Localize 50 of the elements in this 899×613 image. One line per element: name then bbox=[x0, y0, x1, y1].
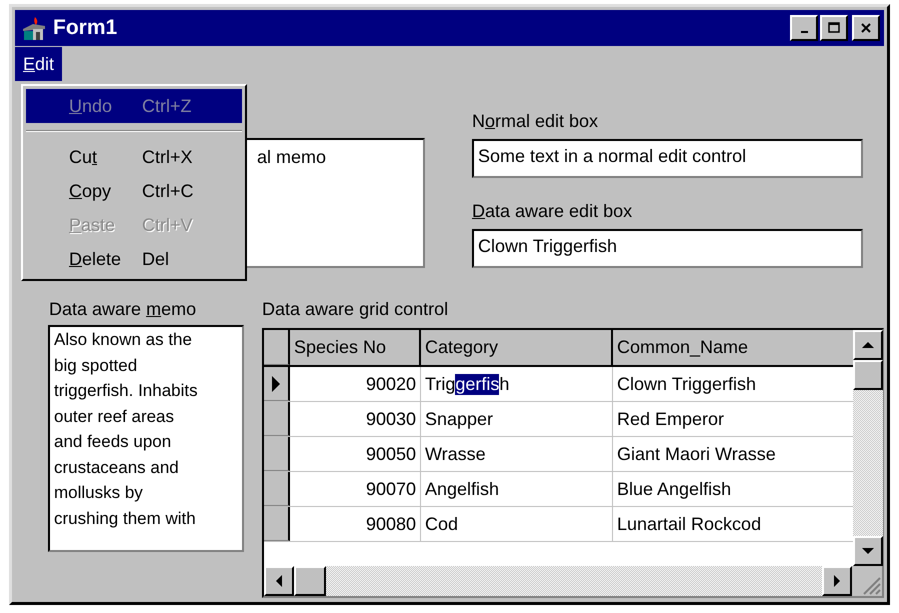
table-cell: Cod bbox=[421, 507, 613, 541]
row-indicator[interactable] bbox=[264, 472, 290, 506]
vertical-scrollbar[interactable] bbox=[853, 330, 883, 566]
minimize-button[interactable] bbox=[790, 15, 818, 41]
minimize-icon bbox=[800, 31, 808, 33]
table-cell: Triggerfish bbox=[421, 367, 613, 401]
field-label: Data aware edit box bbox=[472, 200, 632, 222]
table-cell: 90020 bbox=[290, 367, 421, 401]
field-label: Normal edit box bbox=[472, 110, 598, 132]
memo-field[interactable]: Also known as the big spotted triggerfish. Inhabits outer reef areas and feeds upon crustaceans and mollusks by crushing them with bbox=[48, 325, 244, 552]
grid-label: Data aware grid control bbox=[262, 298, 448, 320]
scroll-thumb[interactable] bbox=[853, 360, 883, 390]
table-cell: 90070 bbox=[290, 472, 421, 506]
window-title: Form1 bbox=[53, 16, 118, 40]
menu-bar-item[interactable]: Edit bbox=[15, 47, 62, 81]
column-header[interactable]: Species No bbox=[290, 330, 421, 365]
row-indicator[interactable] bbox=[264, 507, 290, 541]
close-button[interactable] bbox=[852, 15, 880, 41]
row-indicator[interactable] bbox=[264, 367, 290, 401]
close-icon bbox=[859, 21, 873, 35]
column-header[interactable]: Common_Name bbox=[613, 330, 853, 365]
scroll-thumb[interactable] bbox=[294, 566, 326, 596]
menu-item[interactable]: Copy Ctrl+C bbox=[26, 174, 242, 208]
column-header[interactable]: Category bbox=[421, 330, 613, 365]
house-icon bbox=[21, 15, 47, 41]
table-cell-text: Clown Triggerfish bbox=[616, 372, 758, 396]
table-cell-text: Red Emperor bbox=[616, 408, 726, 431]
table-cell: Wrasse bbox=[421, 437, 613, 471]
scroll-right-icon[interactable] bbox=[832, 574, 842, 588]
scroll-left-icon[interactable] bbox=[274, 574, 284, 588]
scroll-down-icon[interactable] bbox=[861, 546, 875, 556]
menu-item[interactable]: Cut Ctrl+X bbox=[26, 140, 242, 174]
row-indicator[interactable] bbox=[264, 402, 290, 436]
menu-item[interactable]: Delete Del bbox=[26, 242, 242, 276]
memo-label: Data aware memo bbox=[49, 298, 196, 320]
table-cell: 90080 bbox=[290, 507, 421, 541]
row-indicator[interactable] bbox=[264, 437, 290, 471]
table-cell: 90030 bbox=[290, 402, 421, 436]
table-cell-text: Giant Maori Wrasse bbox=[616, 442, 777, 466]
horizontal-scrollbar[interactable] bbox=[264, 566, 882, 596]
table-cell-text: Lunartail Rockcod bbox=[616, 512, 762, 536]
maximize-icon bbox=[827, 21, 841, 35]
table-cell: Snapper bbox=[421, 402, 613, 436]
table-cell-text: Blue Angelfish bbox=[616, 478, 732, 501]
maximize-button[interactable] bbox=[820, 15, 848, 41]
scroll-up-icon[interactable] bbox=[861, 340, 875, 350]
input-field[interactable]: Clown Triggerfish bbox=[472, 229, 863, 268]
table-cell: 90050 bbox=[290, 437, 421, 471]
input-field[interactable]: Some text in a normal edit control bbox=[472, 139, 863, 178]
table-cell: Angelfish bbox=[421, 472, 613, 506]
